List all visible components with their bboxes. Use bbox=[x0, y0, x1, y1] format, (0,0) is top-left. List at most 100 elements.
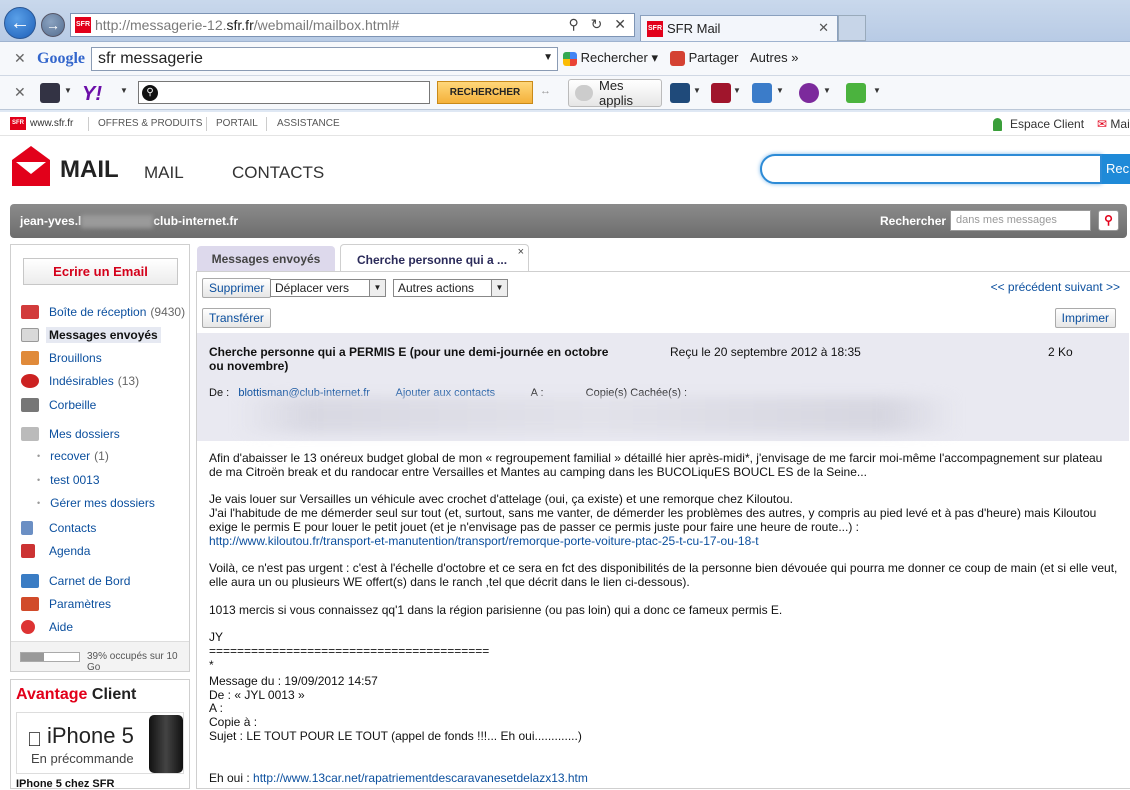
folder-spam[interactable]: Indésirables (13) bbox=[21, 371, 186, 391]
separator-line: ======================================== bbox=[209, 644, 490, 659]
apps-icon bbox=[575, 85, 593, 101]
chevron-down-icon[interactable]: ▼ bbox=[543, 52, 553, 63]
tab-sent-messages[interactable]: Messages envoyés bbox=[197, 246, 335, 271]
yahoo-logo[interactable]: Y! bbox=[82, 83, 102, 106]
folder-icon bbox=[21, 427, 39, 441]
mes-applis-button[interactable]: Mes applis bbox=[568, 78, 662, 108]
avantage-footer[interactable]: IPhone 5 chez SFR bbox=[16, 778, 114, 790]
address-bar-icons[interactable]: ⚲ ↻ ✕ bbox=[569, 16, 631, 33]
folder-inbox[interactable]: Boîte de réception (9430) bbox=[21, 302, 186, 322]
chevron-down-icon[interactable]: ▼ bbox=[733, 86, 741, 95]
address-bar[interactable]: SFR http://messagerie-12. sfr.fr/webmail/… bbox=[70, 13, 635, 37]
carnet-link[interactable]: Carnet de Bord bbox=[21, 571, 186, 591]
agenda-link[interactable]: Agenda bbox=[21, 541, 186, 561]
contacts-link[interactable]: Contacts bbox=[21, 518, 186, 538]
nav-contacts[interactable]: CONTACTS bbox=[232, 163, 324, 183]
kiloutou-link[interactable]: http://www.kiloutou.fr/transport-et-manu… bbox=[209, 534, 759, 548]
tab-close-icon[interactable]: ✕ bbox=[818, 20, 829, 36]
portail-link[interactable]: PORTAIL bbox=[216, 118, 258, 129]
tab-current-message[interactable]: Cherche personne qui a ... × bbox=[340, 244, 529, 272]
tv-icon[interactable] bbox=[40, 83, 60, 103]
divider bbox=[266, 117, 267, 131]
search-icon[interactable]: ⚲ bbox=[1098, 210, 1119, 231]
toolbar-search-input[interactable]: ⚲ bbox=[138, 81, 430, 104]
offres-produits-link[interactable]: OFFRES & PRODUITS bbox=[98, 118, 202, 129]
partager-button[interactable]: Partager bbox=[670, 50, 739, 67]
folder-trash[interactable]: Corbeille bbox=[21, 395, 186, 415]
13car-link[interactable]: http://www.13car.net/rapatriementdescara… bbox=[253, 771, 588, 785]
iphone-ad[interactable]:  iPhone 5 En précommande bbox=[16, 712, 184, 774]
assistance-link[interactable]: ASSISTANCE bbox=[277, 118, 340, 129]
google-search-icon bbox=[563, 51, 577, 66]
avantage-title: Avantage Client bbox=[16, 686, 137, 703]
forward-button[interactable]: Transférer bbox=[202, 308, 271, 328]
close-toolbar2-icon[interactable]: ✕ bbox=[14, 84, 26, 101]
wrench-icon bbox=[21, 597, 39, 611]
espace-client-link[interactable]: Espace Client bbox=[993, 117, 1084, 132]
new-tab-button[interactable] bbox=[838, 15, 866, 41]
quota-text: 39% occupés sur 10 Go bbox=[87, 651, 178, 673]
chevron-down-icon[interactable]: ▼ bbox=[693, 86, 701, 95]
help-link[interactable]: Aide bbox=[21, 617, 186, 637]
back-button[interactable]: ← bbox=[4, 7, 36, 39]
chevron-down-icon[interactable]: ▼ bbox=[776, 86, 784, 95]
google-toolbar: ✕ Google sfr messagerie ▼ Rechercher ▾ P… bbox=[0, 42, 1130, 76]
redacted-block bbox=[81, 215, 154, 229]
sent-icon bbox=[21, 328, 39, 342]
folder-mes-dossiers[interactable]: Mes dossiers bbox=[21, 424, 186, 444]
close-toolbar-icon[interactable]: ✕ bbox=[14, 50, 26, 67]
folder-drafts[interactable]: Brouillons bbox=[21, 348, 186, 368]
chevron-down-icon[interactable]: ▼ bbox=[823, 86, 831, 95]
sfr-home-link[interactable]: SFR www.sfr.fr bbox=[10, 117, 73, 130]
bullet-icon: • bbox=[37, 475, 41, 485]
recherche-button[interactable]: RECHERCHER bbox=[437, 81, 533, 104]
url-domain: sfr.fr bbox=[226, 17, 254, 33]
other-actions-select[interactable]: Autres actions ▼ bbox=[393, 279, 508, 297]
rechercher-button[interactable]: Rechercher ▾ bbox=[563, 50, 658, 66]
forward-button[interactable]: → bbox=[41, 13, 65, 37]
user-bar: jean-yves.l club-internet.fr Rechercher d… bbox=[10, 204, 1127, 238]
settings-link[interactable]: Paramètres bbox=[21, 594, 186, 614]
nav-mail[interactable]: MAIL bbox=[144, 163, 184, 183]
mail-logo-icon[interactable] bbox=[12, 146, 50, 186]
forward-line: Copie à : bbox=[209, 715, 258, 730]
plus-icon[interactable] bbox=[846, 83, 866, 103]
move-to-select[interactable]: Déplacer vers ▼ bbox=[270, 279, 386, 297]
messenger-icon[interactable] bbox=[799, 83, 819, 103]
forward-line: De : « JYL 0013 » bbox=[209, 687, 305, 702]
close-icon[interactable]: × bbox=[518, 246, 524, 258]
play-icon[interactable] bbox=[670, 83, 690, 103]
folder-sent[interactable]: Messages envoyés bbox=[21, 325, 186, 345]
redacted-recipients bbox=[237, 397, 957, 433]
mail-top-link[interactable]: ✉ Mai bbox=[1097, 117, 1130, 131]
help-icon bbox=[21, 620, 35, 634]
global-search-input[interactable] bbox=[760, 154, 1102, 184]
chevron-down-icon[interactable]: ▼ bbox=[873, 86, 881, 95]
global-search-button[interactable]: Rec bbox=[1102, 154, 1130, 184]
message-panel: Supprimer Déplacer vers ▼ Autres actions ▼… bbox=[196, 271, 1130, 789]
person-icon bbox=[993, 118, 1002, 132]
autres-button[interactable]: Autres » bbox=[750, 50, 798, 65]
separator-icon: ↔ bbox=[540, 85, 551, 97]
browser-chrome: ← → SFR http://messagerie-12. sfr.fr/webm… bbox=[0, 0, 1130, 112]
folder-recover[interactable]: • recover (1) bbox=[37, 446, 202, 466]
message-body: Afin d'abaisser le 13 onéreux budget glo… bbox=[209, 451, 1119, 786]
mail-logo-text[interactable]: MAIL bbox=[60, 156, 119, 184]
manage-folders-link[interactable]: • Gérer mes dossiers bbox=[37, 493, 202, 513]
notification-icon[interactable] bbox=[711, 83, 731, 103]
print-button[interactable]: Imprimer bbox=[1054, 308, 1116, 328]
sfr-logo-icon: SFR bbox=[10, 117, 26, 130]
chevron-down-icon[interactable]: ▼ bbox=[64, 86, 72, 95]
mail-icon[interactable] bbox=[752, 83, 772, 103]
folder-sidebar: Ecrire un Email Boîte de réception (9430)… bbox=[10, 244, 190, 673]
folder-test[interactable]: • test 0013 bbox=[37, 470, 202, 490]
body-paragraph: 1013 mercis si vous connaissez qq'1 dans… bbox=[209, 602, 783, 617]
prev-next-nav[interactable]: << précédent suivant >> bbox=[991, 280, 1120, 294]
apple-logo-icon:  bbox=[27, 729, 42, 752]
google-search-input[interactable]: sfr messagerie ▼ bbox=[91, 47, 558, 71]
message-search-input[interactable]: dans mes messages bbox=[950, 210, 1091, 231]
compose-button[interactable]: Ecrire un Email bbox=[23, 258, 178, 285]
chevron-down-icon[interactable]: ▼ bbox=[120, 86, 128, 95]
delete-button[interactable]: Supprimer bbox=[202, 278, 272, 298]
browser-tab[interactable]: SFR SFR Mail ✕ bbox=[640, 15, 838, 41]
